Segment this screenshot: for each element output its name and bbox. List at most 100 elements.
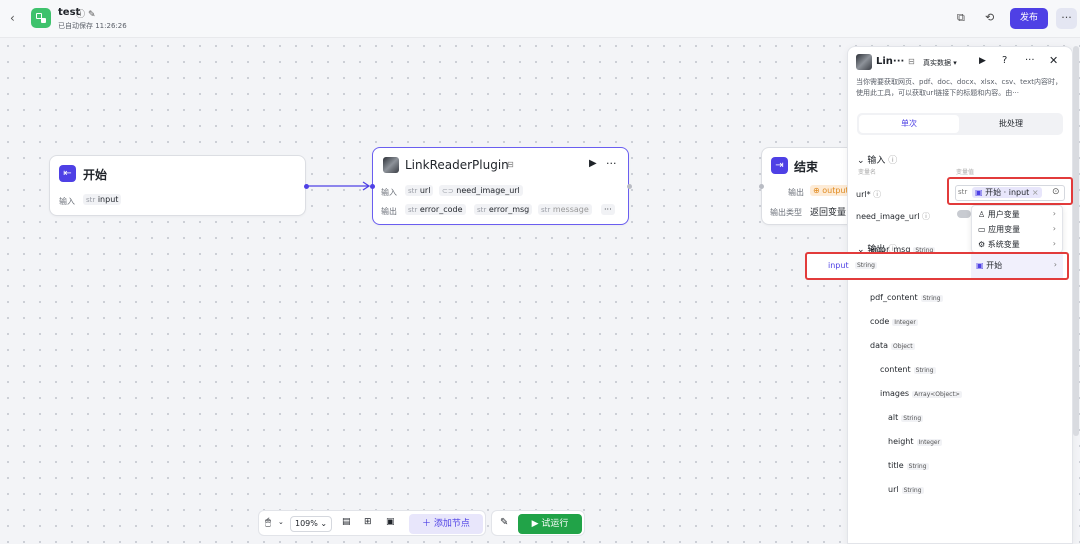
url-label: url* ⓘ — [856, 190, 882, 199]
output-name: code — [870, 317, 890, 326]
panel-run-icon[interactable]: ▶ — [979, 56, 986, 66]
output-item-content: content String — [880, 365, 936, 374]
start-icon: ⇤ — [59, 165, 76, 182]
output-item-alt: alt String — [888, 413, 924, 422]
info-edit-icons[interactable]: ⓘ✎ — [76, 7, 99, 20]
col-value-header: 变量值 — [956, 169, 975, 176]
start-row-highlight-box — [805, 252, 1069, 280]
panel-description: 当你需要获取网页、pdf、doc、docx、xlsx、csv、text内容时，使… — [856, 78, 1062, 97]
chevron-down-icon[interactable]: ⌄ — [278, 518, 284, 526]
plugin-out-3: str message — [538, 204, 592, 215]
tab-single[interactable]: 单次 — [859, 115, 959, 133]
panel-more-icon[interactable]: ··· — [1025, 55, 1035, 66]
plugin-title: LinkReaderPlugin — [405, 158, 509, 172]
layout-icon[interactable]: ⊞ — [364, 517, 372, 527]
end-type-value: 返回变量 — [810, 208, 847, 218]
close-icon[interactable]: ✕ — [1049, 54, 1058, 67]
panel-plugin-icon — [856, 54, 872, 70]
menu-user-vars[interactable]: ♙ 用户变量 — [978, 209, 1020, 220]
plugin-out-2: str error_msg — [474, 204, 533, 215]
publish-button[interactable]: 发布 — [1010, 8, 1048, 29]
start-input-label: 输入 — [59, 197, 75, 206]
end-in-port[interactable] — [759, 184, 764, 189]
panel-scrollbar[interactable] — [1073, 46, 1079, 436]
end-title: 结束 — [794, 160, 819, 174]
data-mode-select[interactable]: 真实数据 ▾ — [923, 58, 957, 68]
url-highlight-box — [947, 177, 1073, 205]
autosave-status: 已自动保存 11:26:26 — [58, 22, 127, 30]
output-type: Object — [891, 343, 915, 350]
output-name: title — [888, 461, 904, 470]
output-name: alt — [888, 413, 899, 422]
help-icon[interactable]: ? — [1002, 55, 1007, 66]
plugin-in-url: str url — [405, 185, 434, 196]
plugin-in-need: ⊂⊃ need_image_url — [439, 185, 523, 196]
plugin-out-port[interactable] — [627, 184, 632, 189]
end-out-tag: ⊕ output — [810, 185, 852, 196]
output-item-height: height Integer — [888, 437, 943, 446]
history-icon[interactable]: ⟲ — [985, 11, 994, 24]
plugin-in-label: 输入 — [381, 188, 397, 197]
input-section-header[interactable]: ⌄ 输入 ⓘ — [857, 153, 897, 166]
output-type: String — [920, 295, 943, 302]
copy-icon[interactable]: ⧉ — [957, 11, 965, 25]
run-node-icon[interactable]: ▶ — [589, 158, 597, 169]
plugin-in-port[interactable] — [370, 184, 375, 189]
output-name: height — [888, 437, 914, 446]
panel-title: Lin··· — [876, 56, 905, 67]
node-more-icon[interactable]: ··· — [606, 157, 617, 170]
output-type: Array<Object> — [912, 391, 962, 398]
plugin-icon — [383, 157, 399, 173]
output-name: images — [880, 389, 910, 398]
minimap-icon[interactable]: ▣ — [386, 517, 395, 527]
output-name: pdf_content — [870, 293, 918, 302]
panel-info-icon: ⊟ — [908, 57, 915, 66]
app-logo — [31, 8, 51, 28]
output-item-images: images Array<Object> — [880, 389, 962, 398]
output-name: url — [888, 485, 899, 494]
run-toolbar: ✎ ▶ 试运行 — [491, 510, 585, 536]
output-type: String — [901, 415, 924, 422]
back-icon[interactable]: ‹ — [10, 11, 15, 25]
output-item-pdf_content: pdf_content String — [870, 293, 943, 302]
menu-system-vars[interactable]: ⚙ 系统变量 — [978, 239, 1020, 250]
output-name: content — [880, 365, 911, 374]
menu-app-vars[interactable]: ▭ 应用变量 — [978, 224, 1020, 235]
start-out-port[interactable] — [304, 184, 309, 189]
test-run-button[interactable]: ▶ 试运行 — [518, 514, 582, 534]
output-type: String — [906, 463, 929, 470]
plugin-node[interactable]: LinkReaderPlugin ⊟ ▶ ··· 输入 str url ⊂⊃ n… — [370, 147, 632, 225]
variable-menu: ♙ 用户变量 › ▭ 应用变量 › ⚙ 系统变量 › — [971, 205, 1063, 253]
output-item-url: url String — [888, 485, 924, 494]
zoom-select[interactable]: 109% ⌄ — [290, 516, 332, 532]
output-type: String — [901, 487, 924, 494]
end-icon: ⇥ — [771, 157, 788, 174]
tab-batch[interactable]: 批处理 — [961, 115, 1061, 133]
pointer-mode-icon[interactable]: 🖱 — [265, 517, 271, 528]
start-title: 开始 — [83, 168, 108, 182]
output-type: Integer — [916, 439, 943, 446]
start-input-tag: str input — [83, 194, 122, 205]
more-button[interactable]: ··· — [1056, 8, 1077, 29]
output-name: data — [870, 341, 889, 350]
need-image-label: need_image_url ⓘ — [856, 212, 931, 221]
edge-start-plugin — [308, 181, 371, 191]
need-image-toggle[interactable] — [957, 210, 971, 218]
plugin-out-more[interactable]: ··· — [601, 204, 615, 215]
mode-tabs: 单次 批处理 — [857, 113, 1063, 135]
col-name-header: 变量名 — [858, 169, 877, 176]
comment-icon[interactable]: ▤ — [342, 517, 351, 527]
debug-icon[interactable]: ✎ — [500, 517, 508, 528]
output-item-data: data Object — [870, 341, 915, 350]
bottom-toolbar: 🖱 ⌄ 109% ⌄ ▤ ⊞ ▣ ＋ 添加节点 — [258, 510, 486, 536]
start-node[interactable]: ⇤ 开始 输入 str input — [49, 155, 309, 216]
top-bar: ‹ test ⓘ✎ 已自动保存 11:26:26 ⧉ ⟲ 发布 ··· — [0, 0, 1080, 38]
add-node-button[interactable]: ＋ 添加节点 — [409, 514, 483, 534]
output-item-code: code Integer — [870, 317, 918, 326]
output-type: Integer — [892, 319, 918, 326]
node-config-panel: Lin··· ⊟ 真实数据 ▾ ▶ ? ··· ✕ 当你需要获取网页、pdf、d… — [847, 46, 1073, 544]
output-type: String — [913, 367, 936, 374]
plugin-info-icon: ⊟ — [507, 160, 514, 169]
end-type-label: 输出类型 — [770, 208, 802, 217]
output-item-title: title String — [888, 461, 929, 470]
